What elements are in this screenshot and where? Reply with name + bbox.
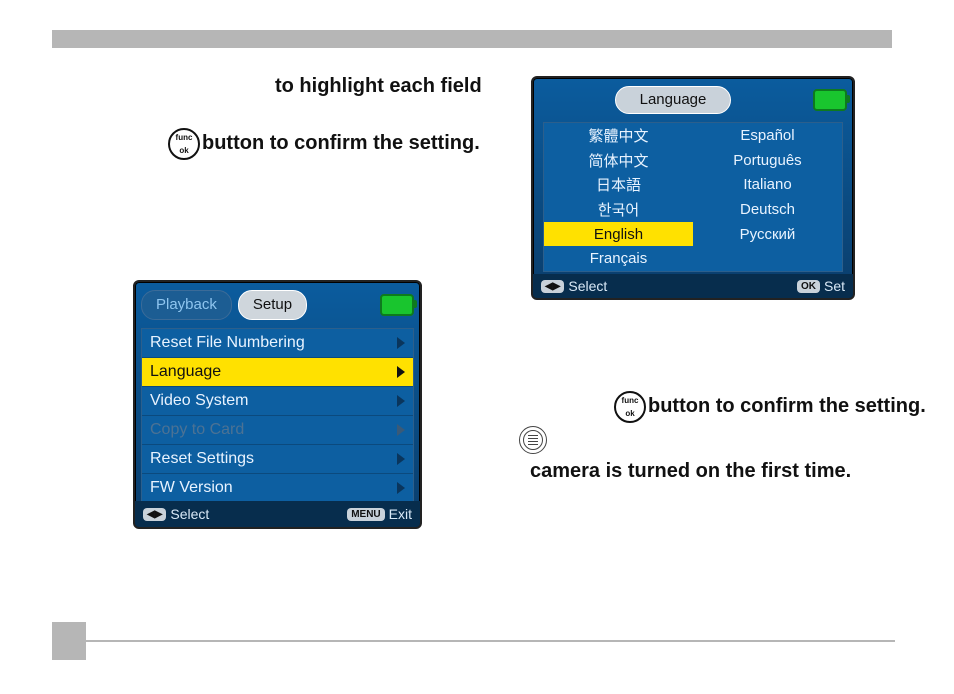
select-key-icon: ◀▶ xyxy=(143,508,166,521)
instruction-first-time: camera is turned on the first time. xyxy=(530,460,851,483)
lang-es[interactable]: Español xyxy=(693,123,842,148)
language-grid: 繁體中文 简体中文 日本語 한국어 English Français Españ… xyxy=(543,122,843,272)
footer-select-label: Select xyxy=(568,278,607,294)
setup-item-language[interactable]: Language xyxy=(142,358,413,387)
select-key-icon: ◀▶ xyxy=(541,280,564,293)
lang-pt[interactable]: Português xyxy=(693,148,842,173)
footer-set-label: Set xyxy=(824,278,845,294)
footer-exit-label: Exit xyxy=(389,506,412,522)
lang-ja[interactable]: 日本語 xyxy=(544,172,693,197)
lang-fr[interactable]: Français xyxy=(544,246,693,271)
tab-setup[interactable]: Setup xyxy=(238,290,307,320)
setup-screenshot: Playback Setup Reset File Numbering Lang… xyxy=(133,280,422,529)
ok-key-icon: OK xyxy=(797,280,820,293)
footer-select-label: Select xyxy=(170,506,209,522)
language-screenshot: Language 繁體中文 简体中文 日本語 한국어 English Franç… xyxy=(531,76,855,300)
header-bar xyxy=(52,30,892,48)
language-footer: ◀▶ Select OK Set xyxy=(533,274,853,298)
instruction-highlight: to highlight each field xyxy=(275,75,482,98)
footer-rule xyxy=(85,640,895,642)
battery-icon xyxy=(380,294,414,316)
instruction-confirm-1: button to confirm the setting. xyxy=(202,132,480,155)
setup-tabs: Playback Setup xyxy=(135,282,420,324)
setup-item-reset-settings[interactable]: Reset Settings xyxy=(142,445,413,474)
lang-empty xyxy=(693,246,842,271)
lang-de[interactable]: Deutsch xyxy=(693,197,842,222)
func-ok-icon xyxy=(168,128,206,160)
menu-key-icon: MENU xyxy=(347,508,384,521)
lang-zh-cn[interactable]: 简体中文 xyxy=(544,148,693,173)
tab-playback[interactable]: Playback xyxy=(141,290,232,320)
chevron-right-icon xyxy=(397,453,405,465)
instruction-confirm-2: button to confirm the setting. xyxy=(648,395,926,418)
language-title: Language xyxy=(615,86,732,114)
language-col-left: 繁體中文 简体中文 日本語 한국어 English Français xyxy=(544,123,693,271)
lang-it[interactable]: Italiano xyxy=(693,172,842,197)
chevron-right-icon xyxy=(397,366,405,378)
lang-zh-tw[interactable]: 繁體中文 xyxy=(544,123,693,148)
chevron-right-icon xyxy=(397,337,405,349)
setup-menu-list: Reset File Numbering Language Video Syst… xyxy=(141,328,414,503)
setup-item-copy-to-card: Copy to Card xyxy=(142,416,413,445)
setup-item-video-system[interactable]: Video System xyxy=(142,387,413,416)
language-header: Language xyxy=(533,78,853,118)
chevron-right-icon xyxy=(397,424,405,436)
page-number-box xyxy=(52,622,86,660)
setup-footer: ◀▶ Select MENU Exit xyxy=(135,501,420,527)
lang-ru[interactable]: Русский xyxy=(693,222,842,247)
chevron-right-icon xyxy=(397,395,405,407)
lang-en[interactable]: English xyxy=(544,222,693,247)
note-icon xyxy=(519,426,547,454)
lang-ko[interactable]: 한국어 xyxy=(544,197,693,222)
battery-icon xyxy=(813,89,847,111)
language-col-right: Español Português Italiano Deutsch Русск… xyxy=(693,123,842,271)
setup-item-fw-version[interactable]: FW Version xyxy=(142,474,413,502)
chevron-right-icon xyxy=(397,482,405,494)
setup-item-reset-file-numbering[interactable]: Reset File Numbering xyxy=(142,329,413,358)
func-ok-icon xyxy=(614,391,652,423)
